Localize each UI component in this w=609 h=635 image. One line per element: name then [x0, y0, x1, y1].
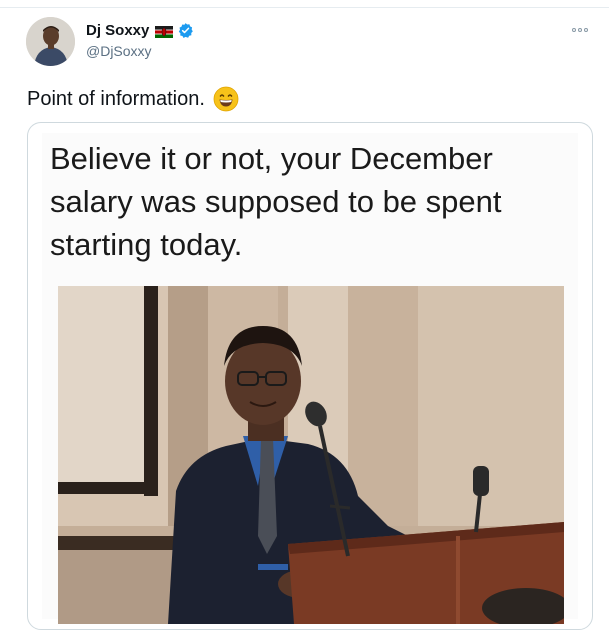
meme-caption: Believe it or not, your December salary … [50, 141, 502, 262]
meme-image: Believe it or not, your December salary … [42, 133, 578, 624]
grinning-face-icon [213, 86, 239, 112]
dot [572, 28, 576, 32]
verified-badge-icon [177, 22, 194, 39]
man-at-podium-photo [58, 286, 564, 624]
author-name-row[interactable]: Dj Soxxy [86, 22, 194, 39]
more-options-icon[interactable] [572, 24, 594, 36]
tweet-text: Point of information. [27, 87, 205, 110]
dot [578, 28, 582, 32]
author-name[interactable]: Dj Soxxy [86, 22, 149, 39]
dot [584, 28, 588, 32]
avatar-image [26, 17, 75, 66]
kenya-flag-icon [155, 25, 174, 38]
media-card[interactable]: Believe it or not, your December salary … [27, 122, 593, 630]
avatar[interactable] [26, 17, 75, 66]
tweet-text-row: Point of information. [27, 86, 239, 112]
tweet: Dj Soxxy @DjSoxxy Point of information. … [0, 0, 609, 635]
author-handle[interactable]: @DjSoxxy [86, 43, 152, 59]
